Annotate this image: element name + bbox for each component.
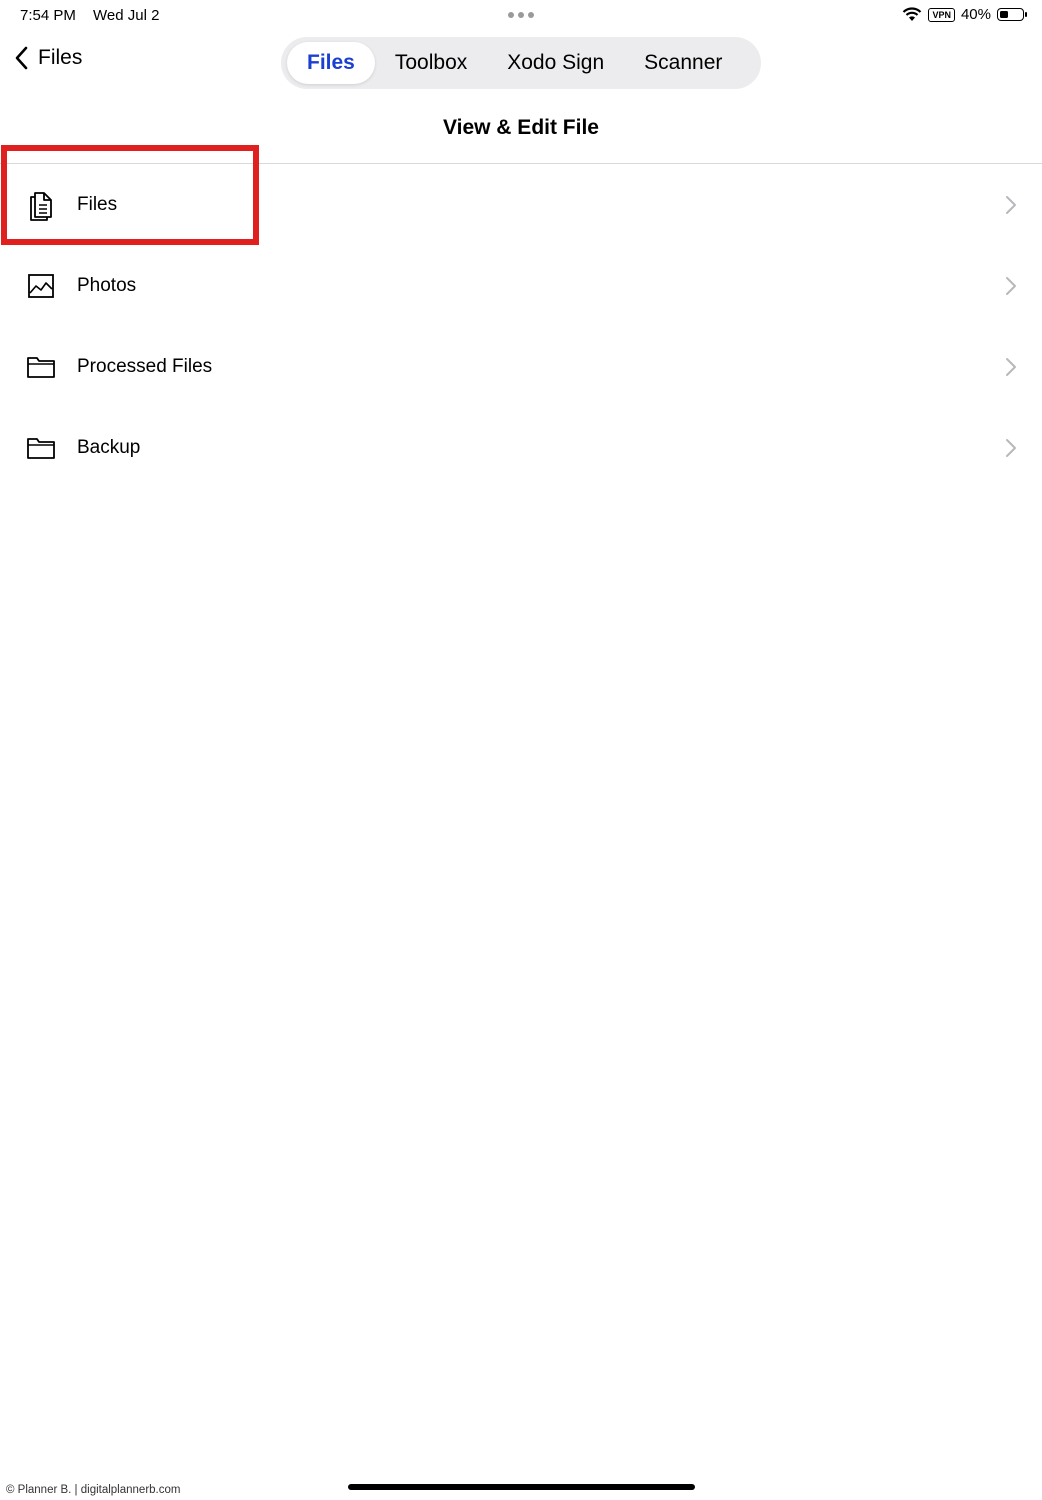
list-item-photos[interactable]: Photos: [0, 245, 1042, 326]
footer-credit: © Planner B. | digitalplannerb.com: [6, 1484, 181, 1496]
status-time: 7:54 PM: [20, 7, 76, 24]
home-indicator[interactable]: [348, 1484, 695, 1490]
status-date: Wed Jul 2: [93, 7, 160, 24]
tab-bar: Files Toolbox Xodo Sign Scanner: [281, 37, 761, 89]
page-title: View & Edit File: [443, 116, 599, 139]
document-icon: [26, 190, 56, 221]
list-item-label: Photos: [77, 274, 137, 296]
folder-icon: [26, 433, 56, 463]
battery-percent: 40%: [960, 6, 991, 23]
battery-icon: [997, 8, 1027, 21]
back-label: Files: [38, 46, 83, 69]
chevron-left-icon: [15, 46, 28, 70]
list-item-files[interactable]: Files: [0, 164, 1042, 245]
chevron-right-icon: [1006, 357, 1016, 376]
list-item-label: Files: [77, 193, 118, 215]
folder-icon: [26, 352, 56, 382]
chevron-right-icon: [1006, 195, 1016, 214]
wifi-icon: [903, 7, 922, 21]
tab-scanner[interactable]: Scanner: [624, 42, 742, 84]
location-list: Files Photos Processed Files Backup: [0, 164, 1042, 488]
status-bar: 7:54 PM Wed Jul 2 VPN 40%: [0, 0, 1042, 30]
tab-xodo-sign[interactable]: Xodo Sign: [487, 42, 624, 84]
chevron-right-icon: [1006, 276, 1016, 295]
multitasking-dots-icon[interactable]: [508, 12, 534, 18]
photo-icon: [26, 271, 56, 301]
back-button[interactable]: Files: [14, 46, 82, 70]
vpn-badge: VPN: [928, 7, 955, 22]
chevron-right-icon: [1006, 438, 1016, 457]
tab-files[interactable]: Files: [287, 42, 375, 84]
list-item-label: Processed Files: [77, 355, 213, 377]
tab-toolbox[interactable]: Toolbox: [375, 42, 487, 84]
list-item-processed-files[interactable]: Processed Files: [0, 326, 1042, 407]
status-indicators: VPN 40%: [902, 6, 1027, 23]
list-item-label: Backup: [77, 436, 141, 458]
list-item-backup[interactable]: Backup: [0, 407, 1042, 488]
